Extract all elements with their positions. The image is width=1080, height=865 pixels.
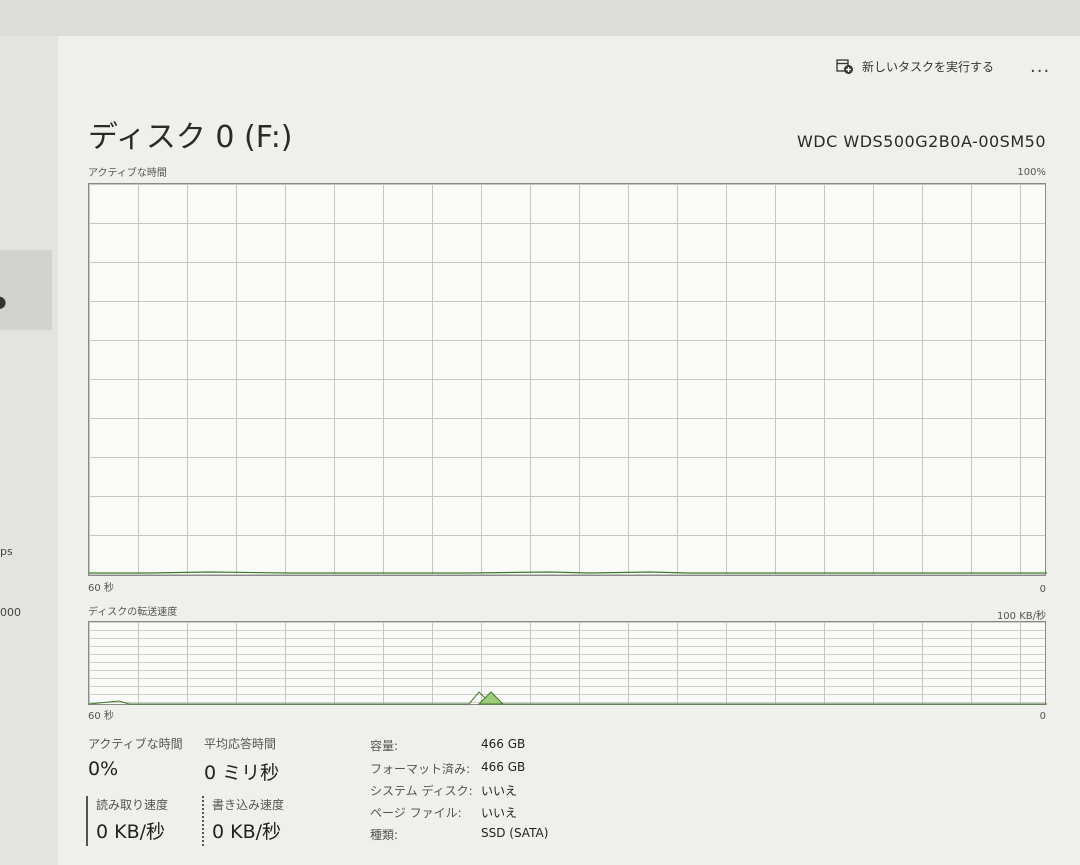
write-speed-label: 書き込み速度	[212, 798, 285, 812]
formatted-value: 466 GB	[481, 760, 526, 774]
system-disk-value: いいえ	[481, 784, 518, 798]
more-options-button[interactable]: ...	[1030, 56, 1050, 77]
avg-response-stat-value: 0 ミリ秒	[204, 762, 280, 784]
transfer-graph-label: ディスクの転送速度	[88, 607, 178, 618]
sidebar-partial-value: 000	[0, 606, 21, 619]
capacity-label: 容量:	[370, 739, 399, 753]
sidebar-partial-label: ps	[0, 545, 13, 558]
sidebar-item-disk[interactable]	[0, 250, 52, 330]
transfer-rate-line	[89, 691, 1047, 705]
disk-title: ディスク 0 (F:)	[88, 120, 293, 155]
avg-response-stat-label: 平均応答時間	[204, 737, 277, 751]
type-value: SSD (SATA)	[481, 826, 549, 840]
capacity-value: 466 GB	[481, 737, 526, 751]
formatted-label: フォーマット済み:	[370, 762, 471, 776]
active-time-stat-label: アクティブな時間	[88, 737, 183, 751]
page-file-label: ページ ファイル:	[370, 806, 462, 820]
active-time-graph-time: 60 秒	[88, 583, 114, 594]
type-label: 種類:	[370, 828, 399, 842]
run-task-icon	[836, 58, 853, 74]
active-time-graph-min: 0	[1039, 584, 1046, 595]
run-task-label: 新しいタスクを実行する	[862, 60, 995, 74]
write-speed-stat: 書き込み速度 0 KB/秒	[202, 796, 284, 846]
write-speed-value: 0 KB/秒	[212, 821, 282, 843]
read-speed-stat: 読み取り速度 0 KB/秒	[86, 796, 168, 846]
disk-model: WDC WDS500G2B0A-00SM50	[796, 132, 1046, 151]
run-new-task-button[interactable]: 新しいタスクを実行する	[836, 58, 994, 75]
transfer-rate-graph	[88, 621, 1047, 705]
active-time-line	[89, 571, 1047, 574]
active-time-graph	[88, 183, 1047, 576]
transfer-graph-time: 60 秒	[88, 711, 114, 722]
transfer-graph-max: 100 KB/秒	[996, 611, 1046, 622]
system-disk-label: システム ディスク:	[370, 784, 473, 798]
read-speed-label: 読み取り速度	[96, 798, 169, 812]
active-time-stat-value: 0%	[88, 758, 119, 780]
transfer-graph-min: 0	[1039, 711, 1046, 722]
read-speed-value: 0 KB/秒	[96, 821, 166, 843]
window-top-band	[0, 0, 1080, 36]
sidebar	[0, 36, 58, 865]
active-time-graph-max: 100%	[1017, 167, 1046, 178]
page-file-value: いいえ	[481, 806, 518, 820]
sidebar-item-icon: ◗	[0, 292, 7, 311]
active-time-graph-label: アクティブな時間	[88, 168, 167, 179]
